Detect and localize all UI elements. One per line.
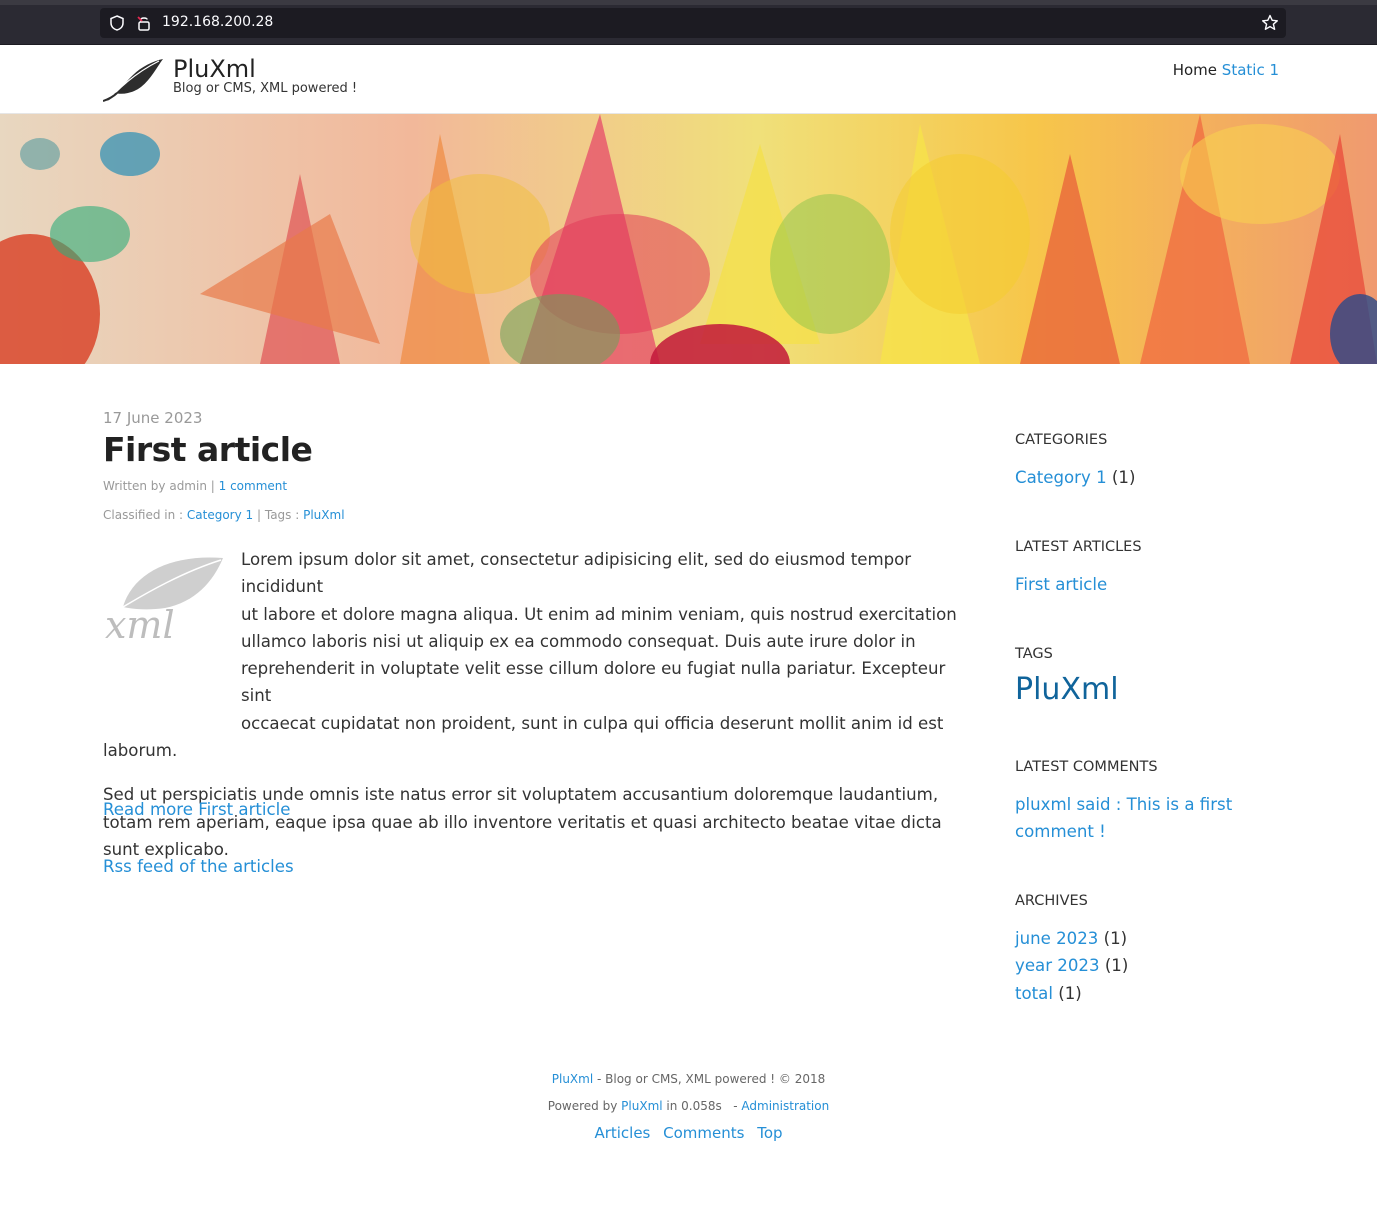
latest-article-item: First article [1015,571,1107,598]
latest-comment-link-line-1[interactable]: pluxml said : This is a first [1015,791,1232,818]
archive-count: (1) [1104,956,1129,976]
article-content: Lorem ipsum dolor sit amet, consectetur … [103,546,973,880]
latest-comment-item: pluxml said : This is a first comment ! [1015,791,1232,846]
nav-home[interactable]: Home [1173,61,1217,79]
comments-link[interactable]: 1 comment [219,479,287,493]
footer-copyright-text: - Blog or CMS, XML powered ! © 2018 [597,1072,826,1086]
header-banner-image [0,114,1377,364]
archive-count: (1) [1103,929,1128,948]
tag-cloud-item[interactable]: PluXml [1015,672,1119,707]
article-title[interactable]: First article [103,430,313,469]
category-item-link[interactable]: Category 1 [1015,468,1107,487]
bookmark-star-icon[interactable] [1260,13,1280,33]
pluxml-leaf-logo-icon[interactable] [103,57,163,103]
administration-link[interactable]: Administration [741,1099,829,1113]
site-header: PluXml Blog or CMS, XML powered ! Home S… [0,45,1377,114]
powered-by-link[interactable]: PluXml [621,1099,662,1113]
archive-count: (1) [1058,983,1082,1003]
paragraph-1-line-2: ut labore et dolore magna aliqua. Ut eni… [241,604,957,624]
archives-heading: ARCHIVES [1015,893,1088,909]
shield-icon[interactable] [108,14,126,32]
site-title[interactable]: PluXml [173,55,256,83]
archive-list: june 2023 (1) year 2023 (1) total (1) [1015,925,1128,1007]
site-description: Blog or CMS, XML powered ! [173,81,358,96]
paragraph-1-line-3: ullamco laboris nisi ut aliquip ex ea co… [241,631,916,651]
category-link[interactable]: Category 1 [187,508,253,522]
rss-feed-link[interactable]: Rss feed of the articles [103,857,294,876]
footer-articles-link[interactable]: Articles [594,1124,650,1142]
classified-label: Classified in : [103,508,184,522]
paragraph-2: Sed ut perspiciatis unde omnis iste natu… [103,785,942,859]
archive-item: total (1) [1015,980,1128,1007]
archive-link-june-2023[interactable]: june 2023 [1015,929,1098,948]
tags-heading: TAGS [1015,646,1053,662]
footer-top-link[interactable]: Top [757,1124,782,1142]
url-text[interactable]: 192.168.200.28 [162,14,273,30]
powered-by-label: Powered by [547,1099,618,1113]
footer-copyright-line: PluXml - Blog or CMS, XML powered ! © 20… [0,1072,1377,1086]
watercolor-leaves-illustration [0,114,1377,364]
tags-label: | Tags : [257,508,300,522]
footer-comments-link[interactable]: Comments [663,1124,744,1142]
latest-comment-link-line-2[interactable]: comment ! [1015,818,1232,845]
footer-powered-line: Powered by PluXml in 0.058s - Administra… [0,1099,1377,1113]
footer-links: Articles Comments Top [0,1124,1377,1142]
article-author-line: Written by admin | 1 comment [103,479,287,493]
latest-articles-heading: LATEST ARTICLES [1015,539,1142,555]
category-item: Category 1 (1) [1015,464,1135,491]
render-timing: in 0.058s [666,1099,722,1113]
main-nav: Home Static 1 [1165,61,1279,79]
paragraph-1-line-5: occaecat cupidatat non proident, sunt in… [241,713,944,733]
article-classification-line: Classified in : Category 1 | Tags : PluX… [103,508,345,522]
category-item-count: (1) [1111,468,1136,487]
nav-static-1[interactable]: Static 1 [1222,61,1279,79]
insecure-lock-icon[interactable] [135,14,153,32]
paragraph-1-line-4: reprehenderit in voluptate velit esse ci… [241,659,946,706]
footer-separator: - [733,1099,738,1113]
address-bar[interactable]: 192.168.200.28 [100,8,1286,38]
categories-heading: CATEGORIES [1015,432,1108,448]
read-more-link[interactable]: Read more First article [103,800,290,819]
browser-tab-strip [0,0,1377,5]
archive-link-total[interactable]: total [1015,984,1053,1003]
tag-link[interactable]: PluXml [303,508,344,522]
archive-item: year 2023 (1) [1015,952,1128,979]
paragraph-1-line-1: Lorem ipsum dolor sit amet, consectetur … [241,550,912,597]
latest-comments-heading: LATEST COMMENTS [1015,759,1158,775]
archive-link-year-2023[interactable]: year 2023 [1015,956,1100,975]
paragraph-1-line-6: laborum. [103,741,178,761]
author-text: Written by admin | [103,479,215,493]
footer-brand-link[interactable]: PluXml [552,1072,593,1086]
latest-article-link[interactable]: First article [1015,575,1107,594]
browser-toolbar: 192.168.200.28 [0,0,1377,45]
archive-item: june 2023 (1) [1015,925,1128,952]
article-date: 17 June 2023 [103,409,203,427]
